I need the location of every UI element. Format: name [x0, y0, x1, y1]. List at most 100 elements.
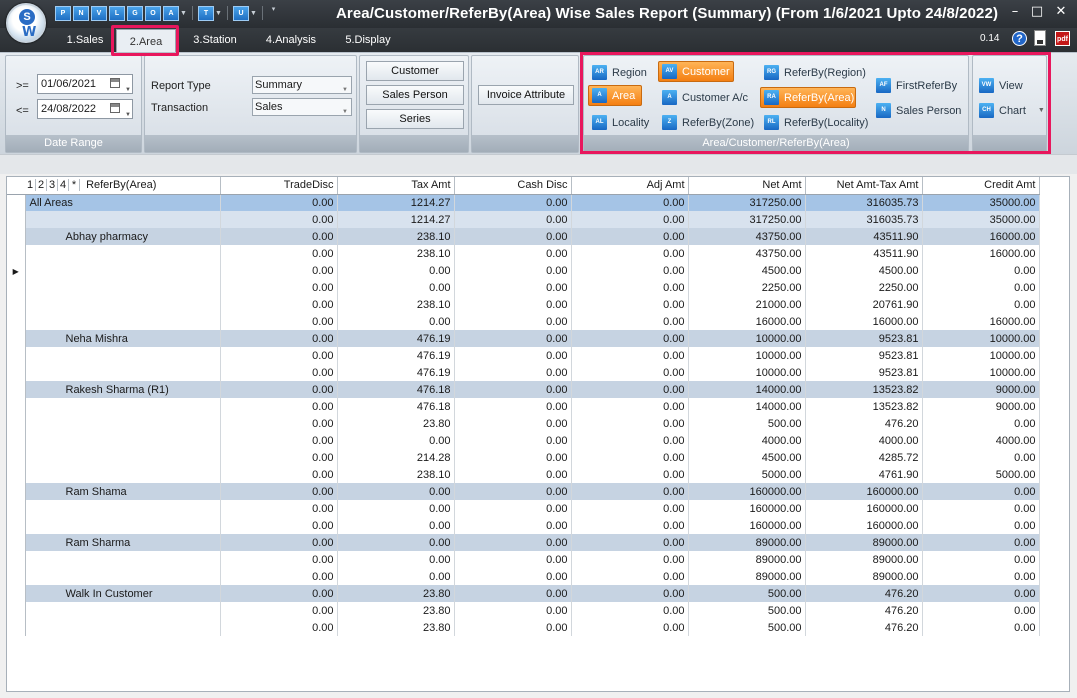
table-row[interactable]: 0.00 1214.27 0.00 0.00 317250.00 316035.73 350… [7, 211, 1040, 228]
cell-net-amt[interactable]: 43750.00 [688, 245, 806, 262]
cell-referby-area[interactable] [25, 296, 221, 313]
cell-tax-amt[interactable]: 23.80 [337, 415, 455, 432]
cell-adj-amt[interactable]: 0.00 [571, 381, 689, 398]
cell-net-amt[interactable]: 89000.00 [688, 568, 806, 585]
cell-referby-area[interactable] [25, 364, 221, 381]
cell-net-amt[interactable]: 10000.00 [688, 330, 806, 347]
column-header-adj-amt[interactable]: Adj Amt [571, 177, 689, 195]
cell-credit-amt[interactable]: 10000.00 [922, 347, 1040, 364]
cell-tax-amt[interactable]: 0.00 [337, 534, 455, 551]
cell-cash-disc[interactable]: 0.00 [454, 313, 572, 330]
cell-net-minus-tax[interactable]: 316035.73 [805, 194, 923, 211]
column-header-cash-disc[interactable]: Cash Disc [454, 177, 572, 195]
cell-cash-disc[interactable]: 0.00 [454, 432, 572, 449]
cell-cash-disc[interactable]: 0.00 [454, 568, 572, 585]
cell-tax-amt[interactable]: 476.19 [337, 347, 455, 364]
cell-referby-area[interactable] [25, 313, 221, 330]
table-row[interactable]: 0.00 23.80 0.00 0.00 500.00 476.20 0.00 [7, 602, 1040, 619]
cell-credit-amt[interactable]: 10000.00 [922, 330, 1040, 347]
cell-credit-amt[interactable]: 0.00 [922, 262, 1040, 279]
cell-net-amt[interactable]: 10000.00 [688, 347, 806, 364]
cell-tax-amt[interactable]: 214.28 [337, 449, 455, 466]
cell-credit-amt[interactable]: 0.00 [922, 534, 1040, 551]
cell-net-amt[interactable]: 2250.00 [688, 279, 806, 296]
cell-tax-amt[interactable]: 238.10 [337, 296, 455, 313]
cell-credit-amt[interactable]: 5000.00 [922, 466, 1040, 483]
cell-net-amt[interactable]: 14000.00 [688, 381, 806, 398]
cell-cash-disc[interactable]: 0.00 [454, 466, 572, 483]
cell-net-minus-tax[interactable]: 4285.72 [805, 449, 923, 466]
table-row[interactable]: ▶ 0.00 0.00 0.00 0.00 4500.00 4500.00 0.00 [7, 262, 1040, 279]
cell-adj-amt[interactable]: 0.00 [571, 449, 689, 466]
cell-net-minus-tax[interactable]: 9523.81 [805, 364, 923, 381]
qat-button-a[interactable]: A ▼ [163, 5, 189, 21]
row-indicator[interactable] [7, 347, 26, 364]
table-row[interactable]: Rakesh Sharma (R1) 0.00 476.18 0.00 0.00 1400… [7, 381, 1040, 398]
cell-trade-disc[interactable]: 0.00 [220, 602, 338, 619]
cell-tax-amt[interactable]: 238.10 [337, 228, 455, 245]
cell-credit-amt[interactable]: 0.00 [922, 449, 1040, 466]
cell-trade-disc[interactable]: 0.00 [220, 466, 338, 483]
row-indicator[interactable] [7, 432, 26, 449]
cell-credit-amt[interactable]: 0.00 [922, 517, 1040, 534]
level-3-button[interactable]: 3 [47, 179, 58, 192]
table-row[interactable]: 0.00 23.80 0.00 0.00 500.00 476.20 0.00 [7, 619, 1040, 636]
cell-tax-amt[interactable]: 476.19 [337, 330, 455, 347]
cell-cash-disc[interactable]: 0.00 [454, 262, 572, 279]
cell-net-minus-tax[interactable]: 160000.00 [805, 483, 923, 500]
cell-credit-amt[interactable]: 0.00 [922, 279, 1040, 296]
row-indicator[interactable] [7, 568, 26, 585]
chevron-down-icon[interactable]: ▼ [250, 10, 257, 17]
maximize-button[interactable]: □ [1028, 4, 1046, 20]
expand-all-button[interactable]: * [69, 179, 80, 192]
cell-cash-disc[interactable]: 0.00 [454, 415, 572, 432]
table-row[interactable]: 0.00 238.10 0.00 0.00 21000.00 20761.90 0.00 [7, 296, 1040, 313]
cell-referby-area[interactable] [25, 432, 221, 449]
cell-trade-disc[interactable]: 0.00 [220, 330, 338, 347]
cell-trade-disc[interactable]: 0.00 [220, 194, 338, 211]
cell-credit-amt[interactable]: 35000.00 [922, 211, 1040, 228]
cell-cash-disc[interactable]: 0.00 [454, 551, 572, 568]
cell-referby-area[interactable]: Abhay pharmacy [25, 228, 221, 245]
cell-net-minus-tax[interactable]: 316035.73 [805, 211, 923, 228]
cell-tax-amt[interactable]: 23.80 [337, 602, 455, 619]
cell-credit-amt[interactable]: 4000.00 [922, 432, 1040, 449]
cell-referby-area[interactable]: All Areas [25, 194, 221, 211]
cell-net-amt[interactable]: 5000.00 [688, 466, 806, 483]
cell-credit-amt[interactable]: 0.00 [922, 296, 1040, 313]
cell-referby-area[interactable]: Ram Sharma [25, 534, 221, 551]
cell-trade-disc[interactable]: 0.00 [220, 364, 338, 381]
cell-cash-disc[interactable]: 0.00 [454, 364, 572, 381]
cell-net-minus-tax[interactable]: 2250.00 [805, 279, 923, 296]
qat-button-t[interactable]: T ▼ [198, 5, 224, 21]
cell-tax-amt[interactable]: 0.00 [337, 500, 455, 517]
table-row[interactable]: 0.00 0.00 0.00 0.00 89000.00 89000.00 0.00 [7, 568, 1040, 585]
cell-adj-amt[interactable]: 0.00 [571, 262, 689, 279]
table-row[interactable]: Ram Shama 0.00 0.00 0.00 0.00 160000.00 160000… [7, 483, 1040, 500]
cell-credit-amt[interactable]: 9000.00 [922, 398, 1040, 415]
help-icon[interactable]: ? [1012, 31, 1027, 46]
cell-net-amt[interactable]: 21000.00 [688, 296, 806, 313]
row-indicator[interactable] [7, 466, 26, 483]
qat-button-v[interactable]: V [91, 5, 107, 21]
cell-cash-disc[interactable]: 0.00 [454, 194, 572, 211]
qat-button-u[interactable]: U ▼ [233, 5, 259, 21]
series-filter-button[interactable]: Series [366, 109, 464, 129]
tab-analysis[interactable]: 4.Analysis [256, 28, 326, 52]
cell-referby-area[interactable] [25, 500, 221, 517]
cell-cash-disc[interactable]: 0.00 [454, 517, 572, 534]
cell-credit-amt[interactable]: 0.00 [922, 500, 1040, 517]
cell-adj-amt[interactable]: 0.00 [571, 585, 689, 602]
cell-adj-amt[interactable]: 0.00 [571, 279, 689, 296]
cell-net-minus-tax[interactable]: 160000.00 [805, 500, 923, 517]
row-indicator[interactable] [7, 194, 26, 211]
cell-tax-amt[interactable]: 0.00 [337, 568, 455, 585]
cell-cash-disc[interactable]: 0.00 [454, 500, 572, 517]
cell-adj-amt[interactable]: 0.00 [571, 619, 689, 636]
cell-trade-disc[interactable]: 0.00 [220, 228, 338, 245]
cell-credit-amt[interactable]: 0.00 [922, 415, 1040, 432]
cell-adj-amt[interactable]: 0.00 [571, 398, 689, 415]
column-header-referby-area[interactable]: 1 2 3 4 * ReferBy(Area) [25, 177, 221, 195]
to-date-field[interactable]: 24/08/2022 ▼ [37, 99, 133, 119]
cell-net-amt[interactable]: 89000.00 [688, 551, 806, 568]
